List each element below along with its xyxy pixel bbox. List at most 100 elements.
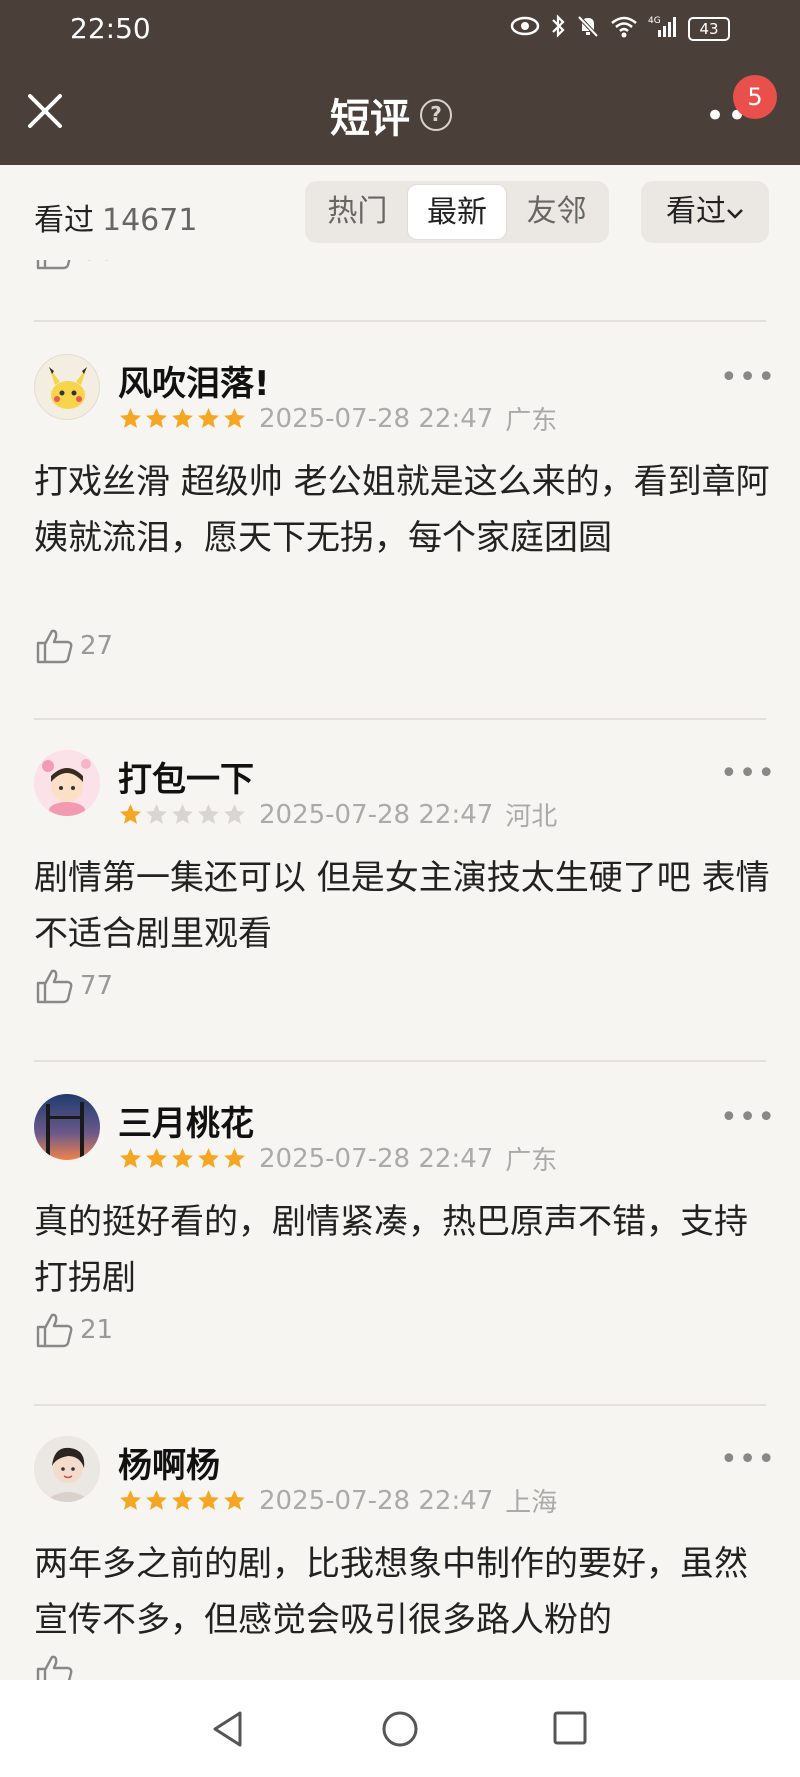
like-count: 27 [80,631,114,661]
star-icon [198,804,219,824]
star-icon [172,1490,193,1510]
tab-hot[interactable]: 热门 [308,184,407,240]
review-text: 剧情第一集还可以 但是女主演技太生硬了吧 表情不适合剧里观看 [34,858,770,954]
review-date: 2025-07-28 22:47 [259,1143,494,1174]
divider [34,1404,766,1406]
like-button[interactable]: 21 [34,1312,113,1348]
recents-square-icon [553,1711,587,1745]
like-button[interactable]: 77 [34,968,113,1004]
star-rating [118,802,247,827]
review-more-icon[interactable]: ••• [720,1100,776,1135]
tab-friends[interactable]: 友邻 [507,184,606,240]
filter-bar: 看过 14671 热门 最新 友邻 看过 [0,165,800,260]
review-meta: 2025-07-28 22:47 上海 [118,1482,557,1519]
wifi-icon [610,14,638,44]
thumbs-up-icon [36,1655,73,1680]
help-icon[interactable]: ? [420,99,452,131]
seen-filter-dropdown[interactable]: 看过 [641,181,769,243]
seen-count: 看过 14671 [34,195,197,239]
review-date: 2025-07-28 22:47 [259,403,494,434]
divider [34,320,766,322]
recents-button[interactable] [552,1710,588,1750]
star-rating [118,406,247,431]
star-icon [224,804,245,824]
bluetooth-icon [550,14,566,44]
star-icon [146,1490,167,1510]
review-more-icon[interactable]: ••• [720,1442,776,1477]
like-button[interactable] [34,1654,80,1680]
home-button[interactable] [381,1710,419,1752]
review-text: 打戏丝滑 超级帅 老公姐就是这么来的，看到章阿姨就流泪，愿天下无拐，每个家庭团圆 [34,462,770,558]
star-rating [118,1488,247,1513]
like-count: 30 [82,260,115,267]
review-date: 2025-07-28 22:47 [259,799,494,830]
review-location: 广东 [505,1146,558,1176]
review-location: 广东 [505,406,558,436]
star-icon [224,408,245,428]
tab-latest[interactable]: 最新 [406,184,508,240]
divider [34,718,766,720]
like-count: 77 [80,971,114,1001]
back-triangle-icon [213,1711,242,1747]
star-icon [146,1148,167,1168]
review-location: 上海 [505,1488,558,1518]
star-icon [120,1148,141,1168]
review-date: 2025-07-28 22:47 [259,1485,494,1516]
status-time: 22:50 [70,12,151,45]
back-button[interactable] [210,1710,246,1752]
thumbs-up-icon [36,1313,73,1348]
notification-badge: 5 [733,75,777,119]
sort-tabs: 热门 最新 友邻 [305,181,609,243]
previous-like[interactable]: 30 [34,260,115,270]
star-icon [172,408,193,428]
close-button[interactable] [22,88,68,134]
star-icon [120,804,141,824]
like-count: 21 [80,1315,114,1345]
username[interactable]: 杨啊杨 [118,1438,220,1487]
page-title: 短评 [330,96,410,142]
star-icon [172,1148,193,1168]
star-icon [198,408,219,428]
close-icon [28,94,62,128]
seen-filter-label: 看过 [666,194,726,229]
review-location: 河北 [505,802,558,832]
star-icon [198,1490,219,1510]
review-more-icon[interactable]: ••• [720,360,776,395]
seen-count-number: 14671 [102,203,198,238]
review-text: 真的挺好看的，剧情紧凑，热巴原声不错，支持打拐剧 [34,1202,748,1298]
username[interactable]: 三月桃花 [118,1096,254,1145]
username[interactable]: 打包一下 [118,752,254,801]
battery-icon: 43 [688,17,730,41]
chevron-down-icon [726,194,744,229]
star-icon [172,804,193,824]
review-list[interactable]: 30 风吹泪落! 2025-07-28 22:47 广东 ••• 打戏丝滑 超级… [0,260,800,1680]
star-icon [224,1490,245,1510]
svg-text:4G: 4G [648,16,661,26]
star-icon [120,408,141,428]
star-icon [146,408,167,428]
star-icon [146,804,167,824]
cellular-signal-icon: 4G [648,14,678,44]
review-meta: 2025-07-28 22:47 广东 [118,400,557,437]
star-icon [198,1148,219,1168]
mute-bell-icon [576,14,600,44]
avatar[interactable] [34,354,100,420]
divider [34,1060,766,1062]
username[interactable]: 风吹泪落! [118,356,270,405]
review-meta: 2025-07-28 22:47 广东 [118,1140,557,1177]
star-icon [224,1148,245,1168]
avatar[interactable] [34,750,100,816]
review-more-icon[interactable]: ••• [720,756,776,791]
review-meta: 2025-07-28 22:47 河北 [118,796,557,833]
star-rating [118,1146,247,1171]
avatar[interactable] [34,1436,100,1502]
thumbs-up-icon [36,260,71,270]
home-circle-icon [382,1711,418,1747]
like-button[interactable]: 27 [34,628,113,664]
seen-count-label: 看过 [34,203,94,238]
review-text: 两年多之前的剧，比我想象中制作的要好，虽然宣传不多，但感觉会吸引很多路人粉的 [34,1544,748,1640]
eye-icon [510,15,540,43]
avatar[interactable] [34,1094,100,1160]
thumbs-up-icon [36,969,73,1004]
thumbs-up-icon [36,629,73,664]
